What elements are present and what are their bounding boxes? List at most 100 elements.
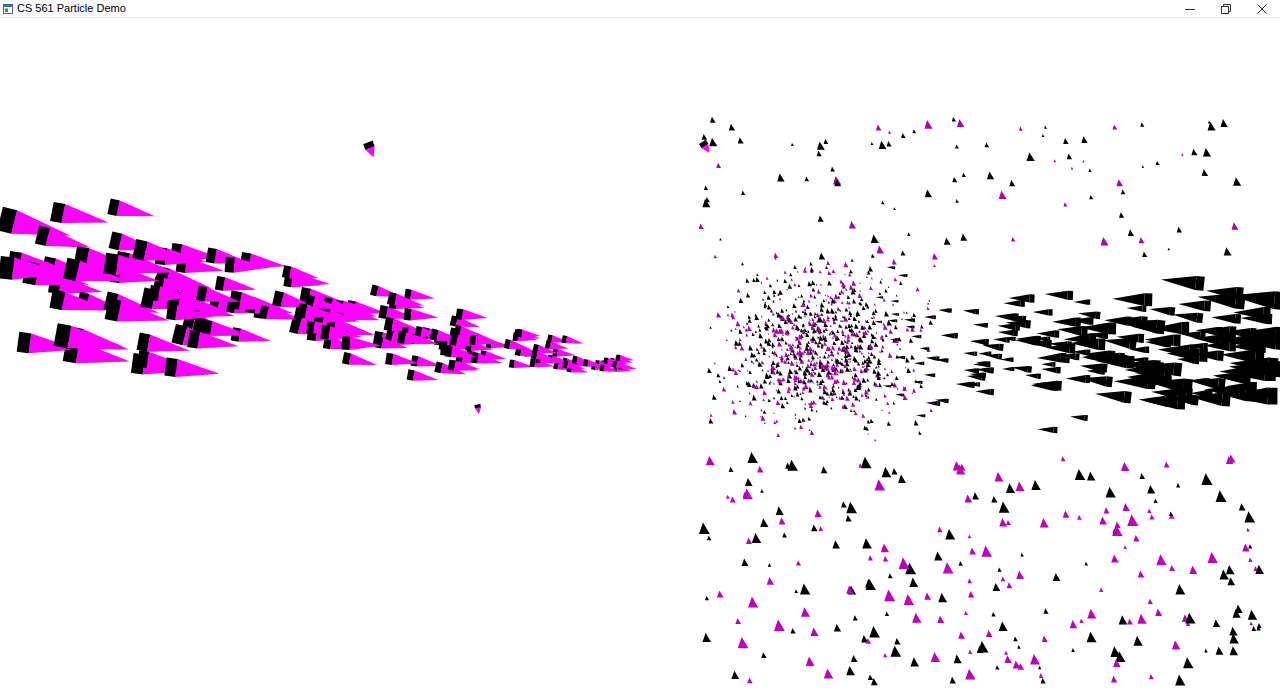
particle (703, 633, 712, 642)
particle (1204, 301, 1211, 312)
particle (843, 316, 848, 322)
particle (814, 312, 817, 315)
particle (788, 460, 798, 471)
particle (164, 357, 177, 377)
particle (762, 369, 764, 371)
particle (975, 367, 990, 373)
particle (1235, 314, 1241, 324)
particle (1147, 509, 1151, 513)
particle (773, 294, 775, 297)
title-bar[interactable]: CS 561 Particle Demo (0, 0, 1280, 17)
particle (763, 352, 766, 356)
particle (775, 627, 779, 631)
particle (1155, 608, 1162, 616)
particle (745, 357, 748, 361)
particle (997, 323, 1016, 330)
particle (891, 370, 894, 373)
particle (861, 325, 865, 330)
particle (792, 313, 794, 315)
particle (861, 352, 863, 354)
particle (893, 207, 896, 210)
particle (982, 545, 993, 556)
particle (823, 355, 826, 359)
particle (867, 378, 870, 381)
particle (810, 401, 814, 406)
particle (117, 300, 169, 321)
particle (175, 305, 213, 320)
particle (905, 357, 909, 362)
particle (883, 377, 885, 380)
particle (731, 400, 734, 404)
particle (817, 357, 819, 359)
particle (747, 326, 752, 332)
particle (864, 365, 865, 367)
particle (968, 591, 974, 598)
particle (819, 381, 823, 385)
particle (763, 390, 768, 395)
particle (1235, 604, 1243, 613)
particle (1063, 511, 1070, 518)
particle (1025, 374, 1038, 379)
particle (726, 495, 730, 499)
particle (771, 342, 775, 346)
particle (745, 415, 747, 417)
particle (950, 677, 956, 684)
particle (747, 381, 752, 387)
particle (794, 283, 797, 287)
particle (137, 350, 149, 368)
particle (992, 612, 996, 617)
render-canvas[interactable] (0, 17, 1280, 690)
minimize-icon (1185, 4, 1195, 14)
particle (1124, 545, 1128, 549)
particle (845, 352, 847, 354)
particle (562, 360, 568, 369)
particle (820, 356, 822, 358)
particle (1085, 562, 1089, 566)
particle (964, 352, 975, 356)
particle (776, 400, 781, 405)
restore-button[interactable] (1208, 0, 1244, 17)
particle (850, 344, 854, 348)
particle (833, 363, 835, 366)
particle (808, 372, 811, 375)
particle (1142, 165, 1145, 168)
particle (210, 321, 243, 334)
particle (777, 388, 781, 393)
particle (857, 377, 862, 382)
particle (802, 303, 806, 307)
particle (1142, 252, 1147, 258)
particle (924, 315, 934, 319)
particle (794, 265, 798, 269)
particle (1084, 415, 1088, 421)
particle (757, 325, 760, 328)
particle (794, 370, 797, 373)
close-button[interactable] (1244, 0, 1280, 17)
particle (895, 394, 902, 397)
particle (778, 323, 782, 328)
particle (266, 307, 296, 320)
particle (735, 327, 737, 329)
particle (819, 314, 821, 316)
particle (819, 526, 824, 531)
particle (810, 269, 813, 273)
particle (826, 366, 830, 371)
particle (816, 410, 818, 412)
particle (763, 379, 767, 384)
particle (719, 238, 722, 241)
particle (848, 310, 852, 315)
particle (811, 627, 819, 636)
particle (880, 335, 884, 340)
particle (1169, 511, 1173, 516)
particle (836, 359, 841, 364)
particle (786, 289, 788, 291)
particle (861, 393, 864, 396)
minimize-button[interactable] (1172, 0, 1208, 17)
particle (901, 318, 903, 320)
particle (894, 638, 900, 645)
particle (855, 396, 859, 401)
particle (986, 630, 993, 637)
particle (712, 394, 717, 399)
particle (830, 350, 833, 353)
particle (885, 334, 888, 337)
particle (925, 190, 932, 198)
